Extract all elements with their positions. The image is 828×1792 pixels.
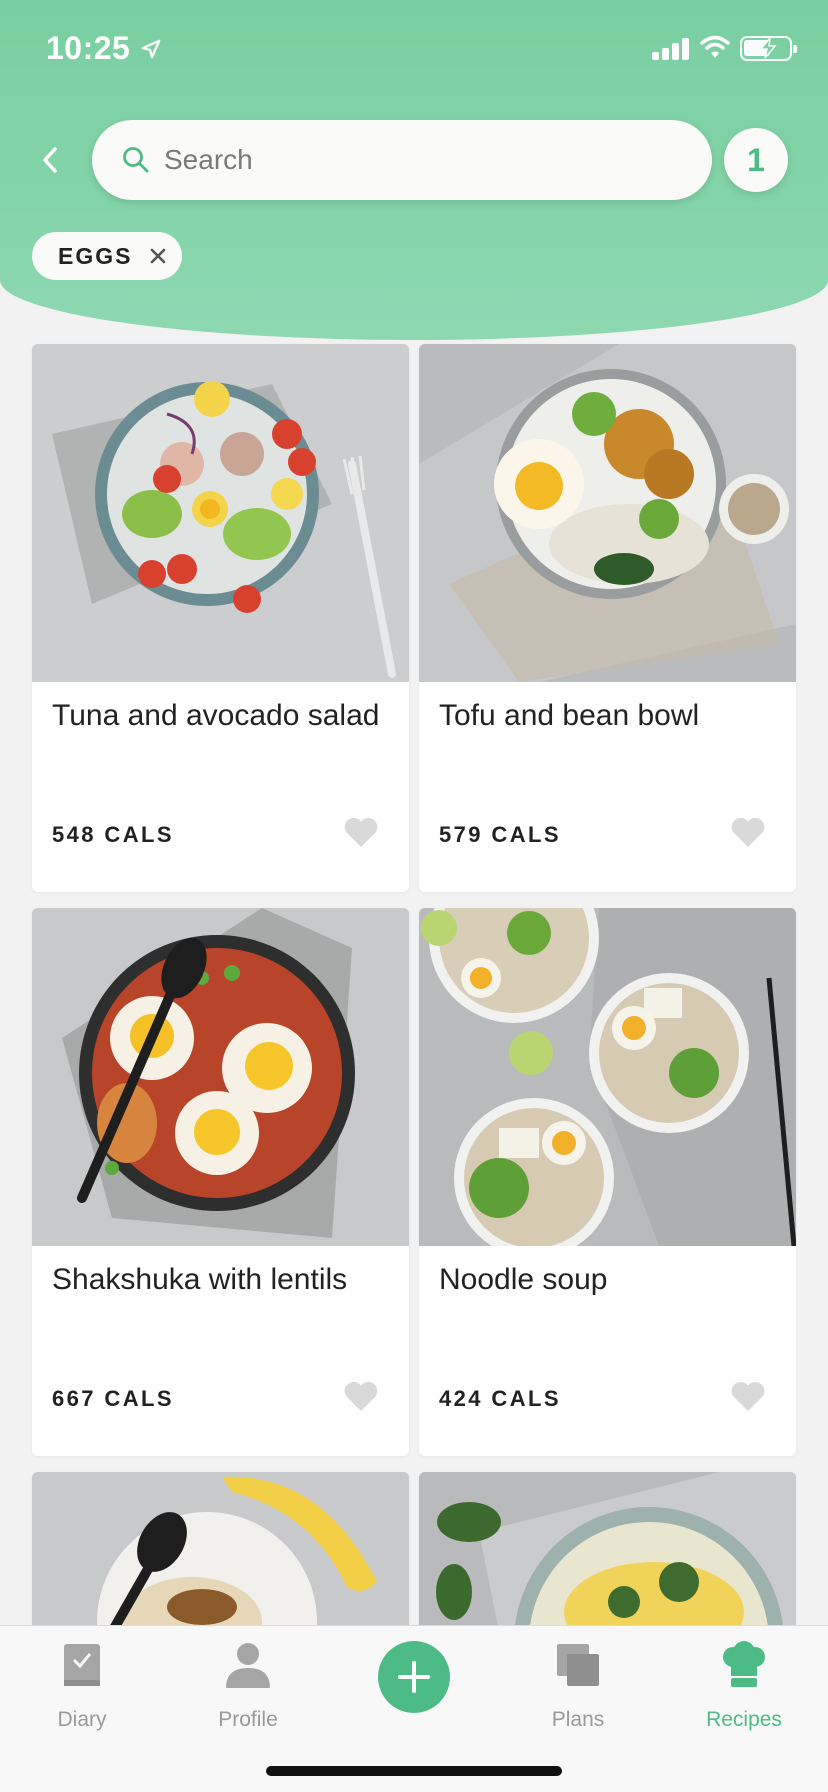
tab-diary[interactable]: Diary xyxy=(12,1640,152,1740)
plus-icon xyxy=(398,1661,430,1693)
recipe-calories: 579 CALS xyxy=(439,822,561,847)
heart-icon[interactable] xyxy=(730,816,766,848)
recipe-title: Tofu and bean bowl xyxy=(439,699,700,732)
add-button[interactable] xyxy=(378,1641,450,1713)
tab-recipes[interactable]: Recipes xyxy=(674,1640,814,1740)
recipe-title: Tuna and avocado salad xyxy=(52,699,380,732)
chef-hat-icon xyxy=(723,1641,765,1687)
recipe-image xyxy=(419,1472,796,1632)
recipe-calories: 667 CALS xyxy=(52,1386,174,1411)
heart-icon[interactable] xyxy=(343,1380,379,1412)
chevron-left-icon xyxy=(43,147,57,173)
recipe-image xyxy=(32,344,409,682)
heart-icon[interactable] xyxy=(343,816,379,848)
recipe-title: Shakshuka with lentils xyxy=(52,1263,348,1296)
diary-icon xyxy=(64,1644,100,1686)
recipe-card[interactable]: Tofu and bean bowl 579 CALS xyxy=(419,344,796,892)
tab-label: Recipes xyxy=(706,1708,782,1731)
tab-label: Plans xyxy=(551,1708,605,1731)
search-bar[interactable] xyxy=(92,120,712,200)
recipe-calories: 424 CALS xyxy=(439,1386,561,1411)
cellular-signal-icon xyxy=(652,36,692,60)
filter-chip-label: EGGS xyxy=(58,242,133,269)
recipe-card[interactable]: Noodle soup 424 CALS xyxy=(419,908,796,1456)
recipe-image xyxy=(32,1472,409,1632)
wifi-icon xyxy=(700,35,730,58)
recipe-image xyxy=(419,344,796,682)
tab-label: Diary xyxy=(57,1708,107,1731)
filter-count-badge[interactable]: 1 xyxy=(724,128,788,192)
home-indicator xyxy=(266,1766,562,1776)
tab-profile[interactable]: Profile xyxy=(178,1640,318,1740)
search-input[interactable] xyxy=(164,144,664,176)
recipe-card[interactable]: Tuna and avocado salad 548 CALS xyxy=(32,344,409,892)
plans-icon xyxy=(557,1644,599,1686)
filter-chip-eggs[interactable]: EGGS xyxy=(32,232,182,280)
tab-plans[interactable]: Plans xyxy=(508,1640,648,1740)
recipe-image xyxy=(32,908,409,1246)
status-bar: 10:25 xyxy=(0,0,828,100)
status-time: 10:25 xyxy=(46,30,131,66)
recipe-card[interactable]: Shakshuka with lentils 667 CALS xyxy=(32,908,409,1456)
recipe-image xyxy=(419,908,796,1246)
search-icon xyxy=(123,147,149,173)
recipe-calories: 548 CALS xyxy=(52,822,174,847)
recipe-card[interactable] xyxy=(419,1472,796,1632)
profile-icon xyxy=(226,1643,270,1688)
back-button[interactable] xyxy=(30,140,70,180)
recipe-card[interactable] xyxy=(32,1472,409,1632)
battery-icon xyxy=(740,36,797,61)
recipe-title: Noodle soup xyxy=(439,1263,608,1296)
tab-label: Profile xyxy=(218,1708,278,1731)
header: 10:25 1 EGGS xyxy=(0,0,828,340)
heart-icon[interactable] xyxy=(730,1380,766,1412)
location-arrow-icon xyxy=(141,39,161,59)
close-icon[interactable] xyxy=(148,246,168,266)
